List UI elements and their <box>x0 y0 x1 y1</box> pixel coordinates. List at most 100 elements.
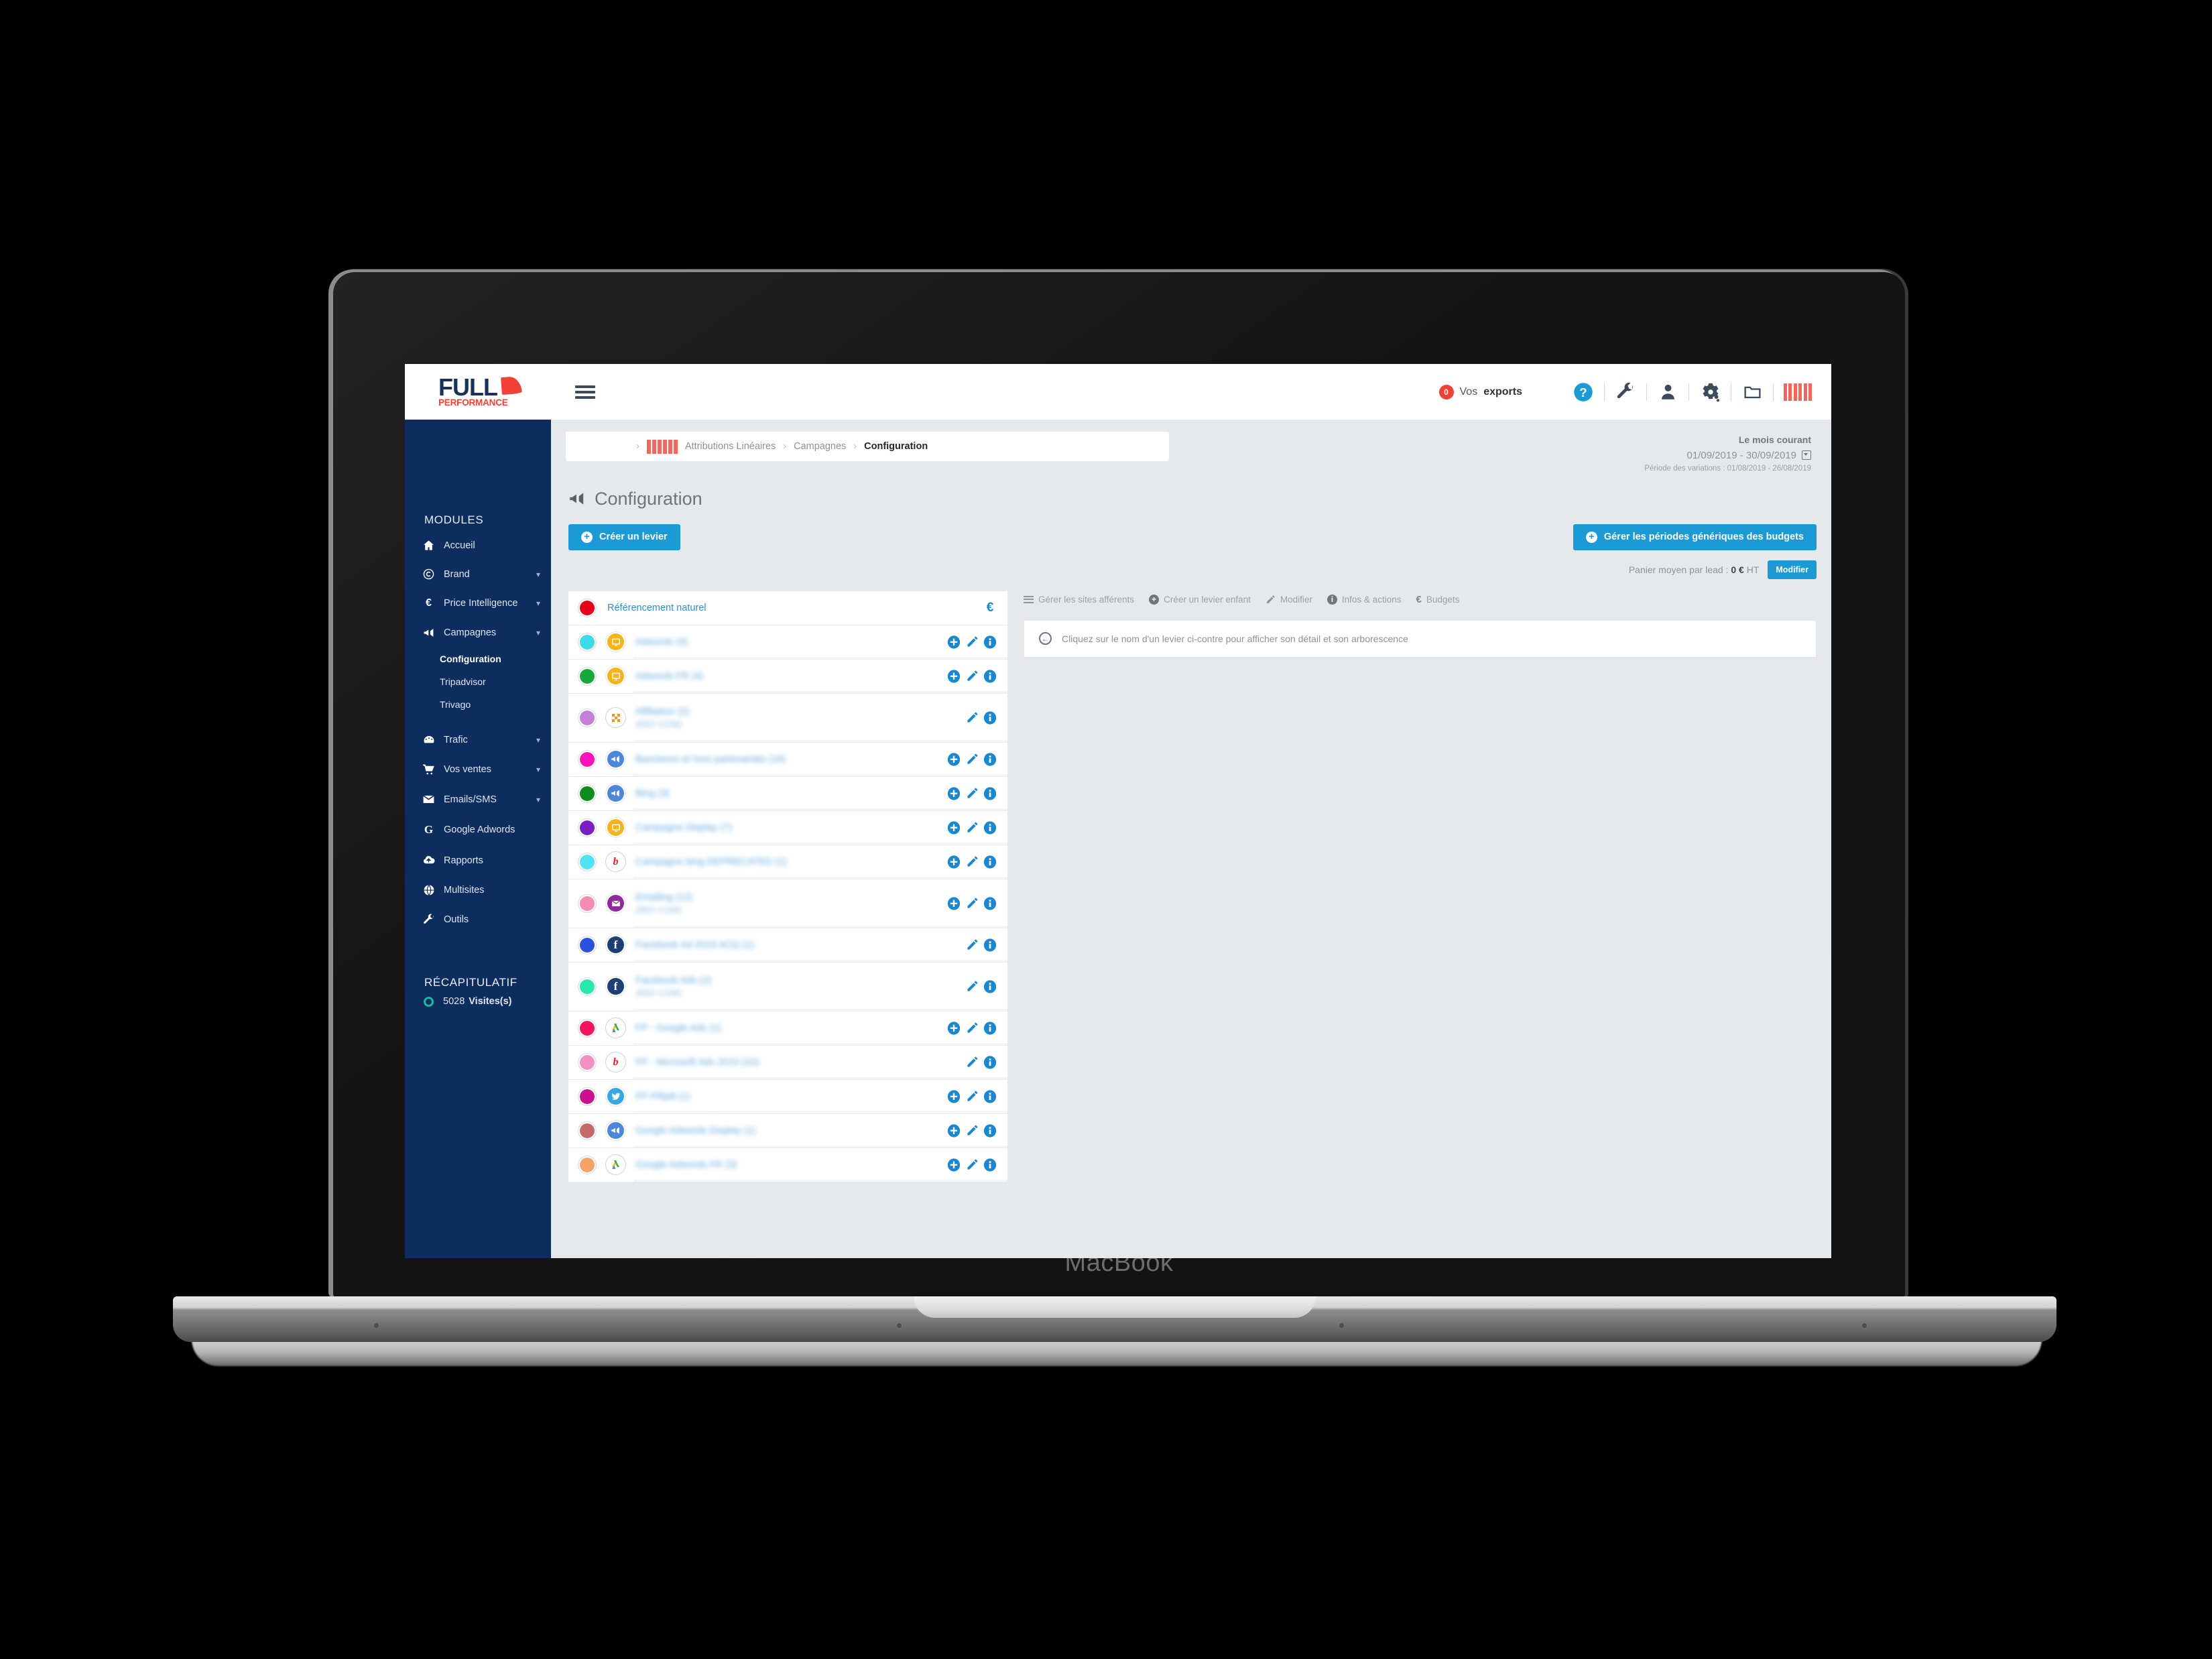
add-child-lever-icon[interactable] <box>947 1022 961 1035</box>
lever-name[interactable]: Adwords FR (4) <box>635 671 704 682</box>
folder-icon[interactable] <box>1737 382 1768 402</box>
hamburger-icon[interactable] <box>575 383 595 402</box>
create-child-lever-button[interactable]: + Créer un levier enfant <box>1149 594 1251 605</box>
lever-name[interactable]: Facebook Ads (2) <box>635 975 712 986</box>
breadcrumb-item-attributions[interactable]: Attributions Linéaires <box>685 441 776 452</box>
sidebar-item-outils[interactable]: Outils <box>405 905 551 934</box>
manage-affiliated-sites-button[interactable]: Gérer les sites afférents <box>1024 594 1134 605</box>
brand-logo[interactable]: FULL PERFORMANCE <box>405 375 551 408</box>
lever-info-icon[interactable] <box>983 1124 997 1138</box>
add-child-lever-icon[interactable] <box>947 1124 961 1138</box>
lever-info-icon[interactable] <box>983 711 997 725</box>
modify-lever-button[interactable]: Modifier <box>1266 595 1312 605</box>
edit-lever-icon[interactable] <box>965 897 979 910</box>
lever-name[interactable]: Référencement naturel <box>607 603 706 613</box>
sidebar-item-rapports[interactable]: Rapports <box>405 845 551 875</box>
edit-lever-icon[interactable] <box>965 753 979 766</box>
create-lever-button[interactable]: + Créer un levier <box>568 524 680 550</box>
lever-name[interactable]: Facebook Ad 2019 ACQ (1) <box>635 940 754 950</box>
lever-info-icon[interactable] <box>983 635 997 649</box>
lever-row[interactable]: Bannieres et hors partenariats (16) <box>568 742 1007 777</box>
sidebar-item-accueil[interactable]: Accueil <box>405 531 551 560</box>
lever-row[interactable]: Google Adwords FR (3) <box>568 1148 1007 1182</box>
lever-info-icon[interactable] <box>983 938 997 952</box>
lever-info-icon[interactable] <box>983 1158 997 1172</box>
lever-name[interactable]: FP - Google Ads (1) <box>635 1023 721 1034</box>
lever-info-icon[interactable] <box>983 787 997 800</box>
sidebar-item-multisites[interactable]: Multisites <box>405 875 551 905</box>
budgets-button[interactable]: € Budgets <box>1416 594 1459 605</box>
modify-average-basket-button[interactable]: Modifier <box>1768 560 1817 579</box>
help-icon[interactable]: ? <box>1568 382 1599 402</box>
add-child-lever-icon[interactable] <box>947 1090 961 1103</box>
lever-name[interactable]: Bannieres et hors partenariats (16) <box>635 754 786 765</box>
add-child-lever-icon[interactable] <box>947 787 961 800</box>
sidebar-item-trafic[interactable]: Trafic ▾ <box>405 725 551 755</box>
edit-lever-icon[interactable] <box>965 711 979 725</box>
edit-lever-icon[interactable] <box>965 1022 979 1035</box>
breadcrumb-item-campagnes[interactable]: Campagnes <box>794 441 846 452</box>
lever-info-icon[interactable] <box>983 670 997 683</box>
lever-name[interactable]: Adwords (4) <box>635 637 688 648</box>
lever-info-icon[interactable] <box>983 897 997 910</box>
lever-row[interactable]: Adwords FR (4) <box>568 659 1007 694</box>
lever-name[interactable]: Affiliation (2) <box>635 706 689 717</box>
lever-name[interactable]: Google Adwords Display (1) <box>635 1125 756 1136</box>
add-child-lever-icon[interactable] <box>947 821 961 835</box>
sidebar-item-google-adwords[interactable]: G Google Adwords <box>405 814 551 845</box>
lever-info-icon[interactable] <box>983 1056 997 1069</box>
barcode-account-icon[interactable] <box>1779 383 1817 401</box>
lever-name[interactable]: Google Adwords FR (3) <box>635 1160 737 1170</box>
edit-lever-icon[interactable] <box>965 1124 979 1138</box>
sidebar-item-trivago[interactable]: Trivago <box>405 693 551 716</box>
lever-row[interactable]: Campagne Display (7) <box>568 810 1007 845</box>
manage-budget-periods-button[interactable]: + Gérer les périodes génériques des budg… <box>1573 524 1817 550</box>
lever-info-icon[interactable] <box>983 980 997 993</box>
lever-name[interactable]: FP-Pilipili (1) <box>635 1091 690 1102</box>
edit-lever-icon[interactable] <box>965 855 979 869</box>
lever-row[interactable]: Google Adwords Display (1) <box>568 1113 1007 1148</box>
edit-lever-icon[interactable] <box>965 787 979 800</box>
edit-lever-icon[interactable] <box>965 821 979 835</box>
lever-budget-icon[interactable]: € <box>983 601 997 615</box>
lever-row[interactable]: FP-Pilipili (1) <box>568 1079 1007 1114</box>
lever-row[interactable]: Adwords (4) <box>568 625 1007 660</box>
sidebar-item-tripadvisor[interactable]: Tripadvisor <box>405 670 551 693</box>
sidebar-item-configuration[interactable]: Configuration <box>405 648 551 670</box>
edit-lever-icon[interactable] <box>965 980 979 993</box>
lever-info-icon[interactable] <box>983 821 997 835</box>
lever-row[interactable]: Emailing (12) (REF-COM) <box>568 879 1007 928</box>
lever-info-icon[interactable] <box>983 1022 997 1035</box>
lever-info-icon[interactable] <box>983 855 997 869</box>
lever-row[interactable]: b Campagne bing DEPRECATED (1) <box>568 845 1007 879</box>
add-child-lever-icon[interactable] <box>947 897 961 910</box>
lever-name[interactable]: Campagne bing DEPRECATED (1) <box>635 857 787 867</box>
edit-lever-icon[interactable] <box>965 1056 979 1069</box>
add-child-lever-icon[interactable] <box>947 1158 961 1172</box>
user-icon[interactable] <box>1652 383 1683 401</box>
lever-row[interactable]: f Facebook Ads (2) (REF-COM) <box>568 962 1007 1011</box>
sidebar-item-vos-ventes[interactable]: Vos ventes ▾ <box>405 755 551 784</box>
sidebar-item-brand[interactable]: Brand ▾ <box>405 560 551 589</box>
date-range-selector[interactable]: Le mois courant 01/09/2019 - 30/09/2019 … <box>1644 432 1817 475</box>
edit-lever-icon[interactable] <box>965 1158 979 1172</box>
sidebar-item-campagnes[interactable]: Campagnes ▾ <box>405 618 551 648</box>
lever-row[interactable]: Référencement naturel € <box>568 591 1007 625</box>
lever-info-icon[interactable] <box>983 1090 997 1103</box>
lever-name[interactable]: Campagne Display (7) <box>635 822 732 833</box>
lever-row[interactable]: Bing (3) <box>568 776 1007 811</box>
add-child-lever-icon[interactable] <box>947 753 961 766</box>
edit-lever-icon[interactable] <box>965 635 979 649</box>
edit-lever-icon[interactable] <box>965 1090 979 1103</box>
lever-name[interactable]: Bing (3) <box>635 788 670 799</box>
sidebar-item-emails-sms[interactable]: Emails/SMS ▾ <box>405 784 551 814</box>
lever-name[interactable]: Emailing (12) <box>635 892 692 903</box>
lever-row[interactable]: Affiliation (2) (REF-COM) <box>568 693 1007 743</box>
lever-row[interactable]: f Facebook Ad 2019 ACQ (1) <box>568 928 1007 963</box>
exports-indicator[interactable]: 0 Vos exports <box>1438 384 1522 400</box>
lever-name[interactable]: FP - Microsoft Ads 2019 (10) <box>635 1057 759 1068</box>
lever-row[interactable]: FP - Google Ads (1) <box>568 1011 1007 1046</box>
edit-lever-icon[interactable] <box>965 670 979 683</box>
sidebar-item-price-intelligence[interactable]: € Price Intelligence ▾ <box>405 589 551 618</box>
add-child-lever-icon[interactable] <box>947 635 961 649</box>
